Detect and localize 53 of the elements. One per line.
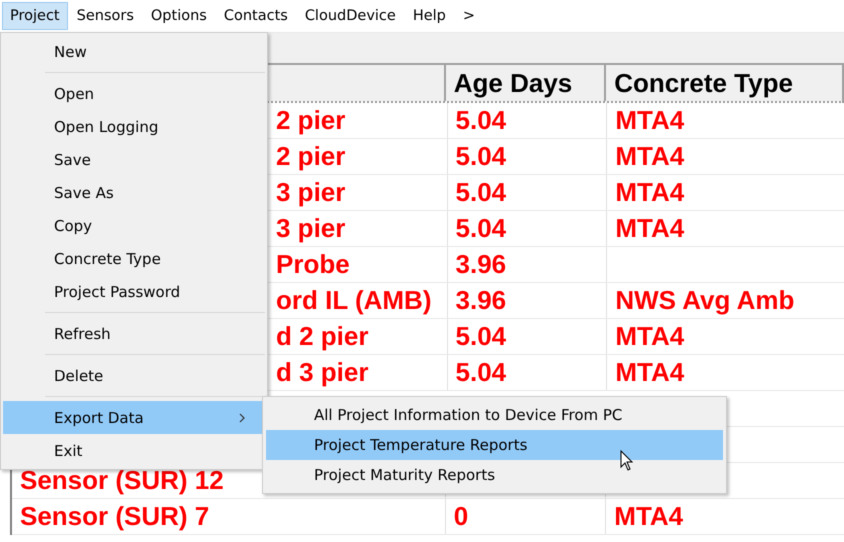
table-cell: 0	[454, 501, 468, 532]
menu-bar-item[interactable]: CloudDevice	[296, 2, 404, 30]
menu-bar-item[interactable]: Contacts	[216, 2, 296, 30]
menu-item[interactable]: Project Maturity Reports	[266, 460, 723, 490]
chevron-right-icon	[239, 412, 245, 422]
menu-bar-item[interactable]: Project	[2, 2, 68, 30]
table-cell: d 2 pier	[276, 321, 368, 352]
menu-item[interactable]: Copy	[3, 209, 265, 242]
table-cell: MTA4	[615, 213, 684, 244]
table-cell: MTA4	[614, 501, 684, 532]
menu-item[interactable]: Project Password	[3, 275, 265, 308]
table-cell: 2 pier	[276, 141, 346, 172]
table-cell: NWS Avg Amb	[615, 285, 794, 316]
mouse-cursor-icon	[620, 450, 634, 472]
table-cell: 5.04	[456, 213, 506, 244]
table-cell: Probe	[276, 249, 350, 280]
table-cell: ord IL (AMB)	[276, 285, 432, 316]
table-cell: Sensor (SUR) 7	[20, 501, 210, 532]
table-cell: 5.04	[456, 141, 506, 172]
menu-item[interactable]: Save As	[3, 176, 265, 209]
table-cell: 5.04	[456, 105, 506, 136]
menu-item[interactable]: Project Temperature Reports	[266, 430, 723, 460]
table-cell: Sensor (SUR) 12	[20, 465, 224, 496]
menu-item[interactable]: New	[3, 35, 265, 68]
menu-item[interactable]: Export Data	[3, 401, 265, 434]
menu-item[interactable]: Exit	[3, 434, 265, 467]
menu-item[interactable]: Delete	[3, 359, 265, 392]
table-cell: 5.04	[456, 321, 506, 352]
table-cell: 2 pier	[276, 105, 346, 136]
menu-bar-item[interactable]: Sensors	[68, 2, 142, 30]
table-cell: 3 pier	[276, 177, 346, 208]
table-cell: 3.96	[456, 285, 506, 316]
table-cell: 3 pier	[276, 213, 346, 244]
table-cell: MTA4	[615, 105, 684, 136]
menu-item[interactable]: All Project Information to Device From PC	[266, 400, 723, 430]
table-cell: MTA4	[615, 357, 684, 388]
table-cell: MTA4	[615, 321, 684, 352]
table-cell: MTA4	[615, 141, 684, 172]
table-cell: d 3 pier	[276, 357, 368, 388]
menu-item[interactable]: Open Logging	[3, 110, 265, 143]
menu-item[interactable]: Save	[3, 143, 265, 176]
menu-bar-item[interactable]: >	[454, 2, 484, 30]
menu-bar-item[interactable]: Options	[142, 2, 215, 30]
table-cell: 5.04	[456, 177, 506, 208]
column-header: Age Days	[446, 65, 606, 101]
menu-bar-item[interactable]: Help	[404, 2, 454, 30]
table-cell: 3.96	[456, 249, 506, 280]
table-cell: MTA4	[615, 177, 684, 208]
menu-item[interactable]: Concrete Type	[3, 242, 265, 275]
menu-item[interactable]: Open	[3, 77, 265, 110]
column-header: Concrete Type	[606, 65, 844, 101]
menu-item[interactable]: Refresh	[3, 317, 265, 350]
table-cell: 5.04	[456, 357, 506, 388]
